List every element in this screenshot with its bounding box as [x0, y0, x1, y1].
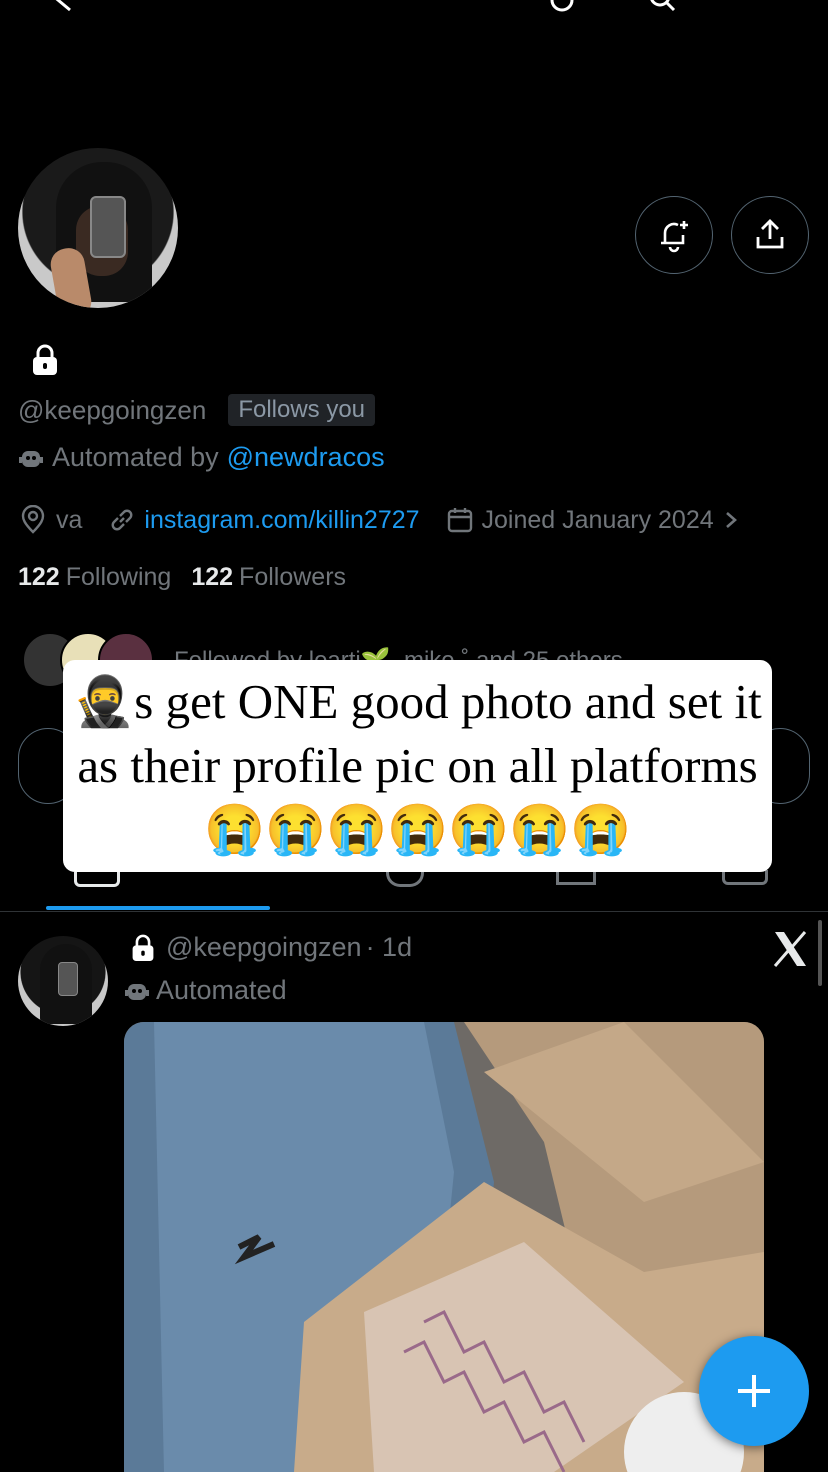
- profile-location: va: [56, 505, 83, 534]
- share-icon: [756, 219, 784, 249]
- tab-replies-icon[interactable]: [386, 870, 424, 887]
- profile-meta-row: va instagram.com/killin2727 Joined Janua…: [18, 505, 766, 535]
- notify-button[interactable]: [635, 196, 713, 274]
- post-header: @keepgoingzen · 1d: [130, 932, 412, 963]
- bell-plus-icon: [661, 221, 688, 253]
- automated-by-row: Automated by @newdracos: [18, 442, 385, 473]
- search-icon[interactable]: [648, 0, 676, 14]
- profile-stats: 122 Following 122 Followers: [18, 563, 346, 592]
- profile-handle: @keepgoingzen: [18, 394, 207, 425]
- bot-icon: [125, 983, 149, 1000]
- share-profile-button[interactable]: [731, 196, 809, 274]
- automated-by-label: Automated by: [52, 442, 219, 472]
- tabs-divider: [0, 911, 828, 912]
- followers-stat[interactable]: 122 Followers: [191, 563, 346, 592]
- profile-avatar[interactable]: [18, 148, 178, 308]
- following-stat[interactable]: 122 Following: [18, 563, 171, 592]
- tab-active-indicator: [46, 906, 270, 910]
- profile-joined-date: Joined January 2024: [481, 505, 714, 534]
- bot-icon: [19, 450, 43, 467]
- follows-you-badge: Follows you: [228, 394, 376, 426]
- following-count: 122: [18, 563, 60, 591]
- tab-likes-icon[interactable]: [722, 870, 768, 885]
- profile-handle-row: @keepgoingzen Follows you: [18, 394, 376, 426]
- post-automated-row: Automated: [124, 975, 287, 1006]
- link-icon: [111, 509, 133, 531]
- x-logo[interactable]: [772, 930, 808, 968]
- compose-button[interactable]: [699, 1336, 809, 1446]
- profile-website-link[interactable]: instagram.com/killin2727: [144, 506, 419, 535]
- followers-count: 122: [191, 563, 234, 591]
- caption-overlay: 🥷s get ONE good photo and set it as thei…: [63, 660, 772, 872]
- post-author-avatar[interactable]: [18, 936, 108, 1026]
- calendar-icon: [447, 508, 472, 533]
- automated-by-link[interactable]: @newdracos: [227, 442, 385, 473]
- lock-icon: [33, 344, 57, 375]
- tab-posts-icon[interactable]: [74, 872, 120, 887]
- back-arrow-icon[interactable]: [50, 0, 78, 14]
- plus-icon: [738, 1375, 770, 1407]
- tab-media-icon[interactable]: [556, 870, 596, 885]
- post-author-handle[interactable]: @keepgoingzen: [166, 932, 362, 963]
- post-automated-label: Automated: [156, 975, 287, 1005]
- refresh-icon[interactable]: [548, 0, 576, 14]
- following-label: Following: [65, 563, 172, 591]
- location-icon: [21, 505, 45, 534]
- post-timestamp: · 1d: [365, 932, 413, 962]
- lock-icon: [132, 934, 154, 961]
- scrollbar[interactable]: [818, 920, 822, 986]
- followers-label: Followers: [239, 563, 347, 591]
- post-image[interactable]: [124, 1022, 764, 1472]
- chevron-right-icon[interactable]: [722, 509, 740, 531]
- post-image-content: [124, 1022, 764, 1472]
